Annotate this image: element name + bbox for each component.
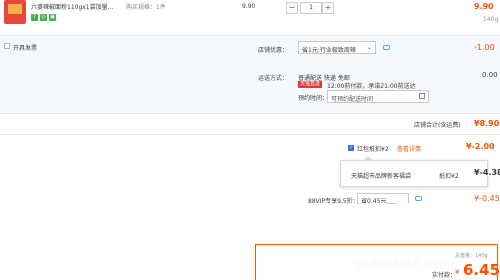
- invoice-checkbox[interactable]: [4, 43, 10, 49]
- redpacket-popup: 天猫超市品牌新客福袋 抵扣¥2: [340, 160, 488, 187]
- quantity-value: 1: [309, 4, 313, 11]
- paid-amount: 6.45: [463, 261, 500, 279]
- shop-discount-select[interactable]: 省1元:行业极致周辣 ⌄: [298, 41, 376, 54]
- redpacket-amount: ¥-2.00: [466, 142, 495, 151]
- quantity-input[interactable]: 1: [300, 2, 322, 14]
- delivery-amount: 0.00: [482, 71, 498, 79]
- delivery-time-label: 预约时间：: [298, 95, 329, 102]
- redpacket-popup-text: 天猫超市品牌新客福袋: [351, 173, 412, 180]
- chat-icon[interactable]: [383, 45, 390, 50]
- shop-discount-selected: 省1元:行业极致周辣: [302, 47, 356, 54]
- product-title[interactable]: 六婆辣椒面粉110gx1袋加量...: [31, 2, 121, 11]
- product-spec: 购买规格：1件: [126, 4, 166, 11]
- redpacket-label: 红包抵扣¥2: [357, 146, 389, 153]
- calendar-icon: [419, 93, 425, 99]
- quantity-increase-button[interactable]: +: [322, 2, 334, 14]
- divider: [0, 134, 500, 135]
- redpacket-detail-link[interactable]: 查看详情: [397, 144, 421, 153]
- delivery-eta: 12:00前付款，承诺21:00前送达: [327, 83, 416, 90]
- shop-discount-label: 店铺优惠：: [258, 47, 289, 54]
- item-subtotal: 9.90: [474, 2, 494, 11]
- shop-discount-amount: -1.00: [474, 43, 495, 52]
- delivery-time-placeholder: 可预约配送时间: [331, 96, 374, 103]
- product-thumbnail[interactable]: [4, 0, 26, 24]
- redpacket-popup-value: 抵扣¥2: [439, 173, 459, 180]
- shop-total-value: ¥8.90: [474, 119, 500, 128]
- delivery-label: 运送方式：: [258, 75, 289, 82]
- tmall-tag-icon: 7: [31, 14, 38, 21]
- popup-arrow-icon: [364, 156, 372, 160]
- guarantee-tag-icon: ▣: [49, 14, 56, 21]
- service-tag-icon: ◎: [40, 14, 47, 21]
- chevron-down-icon: ⌄: [366, 44, 372, 51]
- vip-label: 88VIP专享9.5折：: [308, 198, 359, 205]
- unit-price: 9.90: [242, 3, 256, 10]
- invoice-label[interactable]: 开具发票: [13, 43, 37, 52]
- watermark-logo: [358, 203, 498, 257]
- shop-total-label: 店铺合计(含运费): [414, 122, 461, 129]
- tmall-direct-badge: 天猫直送: [298, 81, 323, 88]
- vip-info-icon[interactable]: [415, 196, 422, 201]
- redpacket-checkbox[interactable]: [348, 145, 354, 151]
- watermark-url: zhizhizhi.com: [356, 258, 454, 272]
- other-discount-amount: ¥-4.38: [474, 168, 500, 177]
- paid-currency: ¥: [455, 268, 460, 276]
- item-weight: 140g: [483, 16, 499, 23]
- quantity-decrease-button[interactable]: −: [286, 2, 298, 14]
- vip-amount: ¥-0.45: [474, 194, 500, 203]
- delivery-time-picker[interactable]: 可预约配送时间: [327, 90, 429, 103]
